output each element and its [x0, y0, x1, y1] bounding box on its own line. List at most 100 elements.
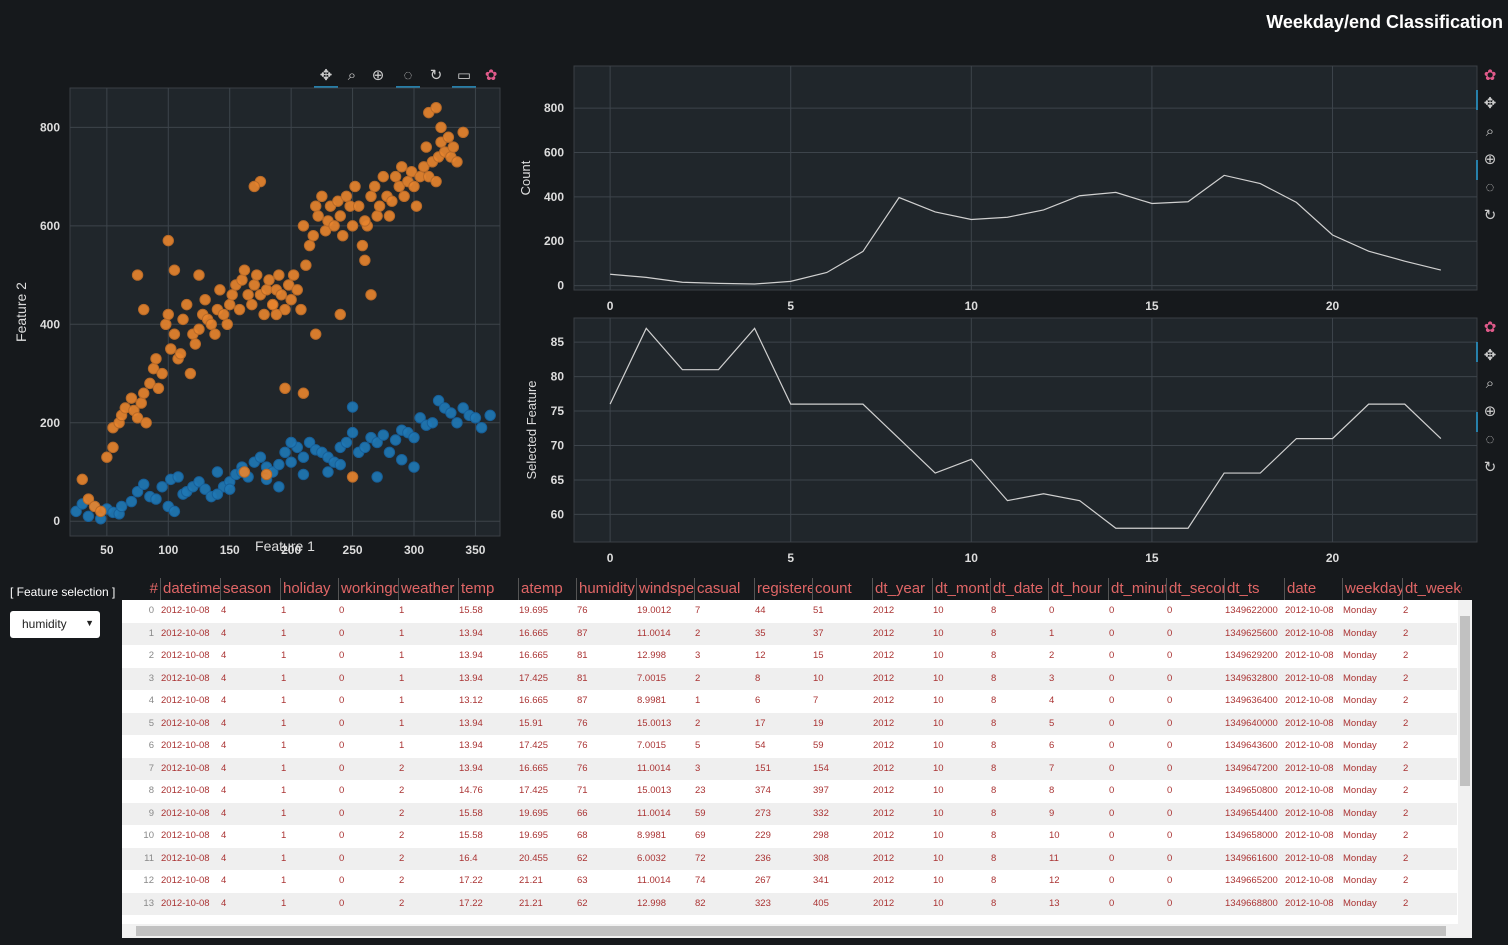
table-cell: 2 — [399, 897, 405, 909]
column-header[interactable]: dt_hour — [1048, 578, 1108, 600]
box-zoom-icon[interactable]: ⌕ — [348, 67, 356, 84]
reset-icon[interactable]: ↻ — [430, 67, 443, 84]
scatter-point — [356, 239, 369, 252]
table-cell: 4 — [221, 695, 227, 706]
table-cell: 0 — [1167, 852, 1173, 864]
table-cell: 2012-10-08 — [161, 785, 210, 796]
table-cell: 2 — [1403, 852, 1409, 864]
feature-toolbar[interactable]: ✿ ✥ ⌕ ⊕ ◌ ↻ — [1476, 319, 1497, 476]
count-toolbar[interactable]: ✿ ✥ ⌕ ⊕ ◌ ↻ — [1476, 67, 1497, 224]
pan-icon[interactable]: ✥ — [1484, 95, 1497, 112]
reset-icon[interactable]: ↻ — [1484, 459, 1497, 476]
pan-icon[interactable]: ✥ — [320, 67, 333, 84]
table-cell: 1349629200 — [1225, 650, 1278, 661]
data-table[interactable]: 0 2012-10-08 4 1 0 1 15.58 19.695 76 19.0012 7 44 51… — [122, 600, 1472, 938]
scatter-point — [312, 210, 324, 222]
scatter-point — [199, 293, 211, 306]
table-cell: 4 — [221, 875, 227, 886]
feature-select[interactable]: humidity ▼ — [10, 611, 100, 638]
table-cell: 1 — [281, 897, 287, 909]
table-cell: 81 — [577, 650, 588, 661]
column-header[interactable]: dt_date — [990, 578, 1048, 600]
table-cell: 82 — [695, 897, 706, 909]
column-header[interactable]: registered — [754, 578, 812, 600]
table-row[interactable]: 6 2012-10-08 4 1 0 1 13.94 17.425 76 7.0015 5 54 59 2… — [122, 735, 1457, 758]
feature-line-chart[interactable]: 0 5 10 15 20 60 65 70 75 80 85 Selected Feature ✿… — [510, 312, 1508, 574]
column-header[interactable]: dt_year — [872, 578, 932, 600]
box-zoom-icon[interactable]: ⌕ — [1486, 375, 1494, 392]
table-row[interactable]: 3 2012-10-08 4 1 0 1 13.94 17.425 81 7.0015 2 8 10 20… — [122, 667, 1457, 690]
table-row[interactable]: 12 2012-10-08 4 1 0 2 17.22 21.21 63 11.0014 74 267… — [122, 870, 1457, 893]
table-row[interactable]: 9 2012-10-08 4 1 0 2 15.58 19.695 66 11.0014 59 273… — [122, 802, 1457, 825]
reset-icon[interactable]: ↻ — [1484, 207, 1497, 224]
table-row[interactable]: 7 2012-10-08 4 1 0 2 13.94 16.665 76 11.0014 3 151 1… — [122, 757, 1457, 780]
table-cell: 341 — [813, 875, 829, 886]
table-row[interactable]: 13 2012-10-08 4 1 0 2 17.22 21.21 62 12.998 82 323 4… — [122, 892, 1457, 915]
x-tick-label: 5 — [787, 299, 794, 313]
column-header[interactable]: temp — [458, 578, 518, 600]
wheel-zoom-icon[interactable]: ⊕ — [1484, 403, 1497, 420]
column-header[interactable]: dt_second — [1166, 578, 1224, 600]
table-row[interactable]: 10 2012-10-08 4 1 0 2 15.58 19.695 68 8.9981 69 229… — [122, 825, 1457, 848]
column-header[interactable]: datetime — [160, 578, 220, 600]
table-row[interactable]: 11 2012-10-08 4 1 0 2 16.4 20.455 62 6.0032 72 236 3… — [122, 847, 1457, 870]
wheel-zoom-icon[interactable]: ⊕ — [372, 67, 385, 84]
scatter-point — [254, 451, 267, 463]
column-header[interactable]: # — [140, 578, 158, 600]
x-tick-label: 20 — [1326, 299, 1340, 313]
scatter-point — [258, 308, 270, 321]
column-header[interactable]: dt_minute — [1108, 578, 1166, 600]
scatter-point — [115, 500, 128, 513]
bokeh-logo[interactable]: ✿ — [485, 67, 498, 84]
hover-icon[interactable]: ▭ — [457, 67, 471, 84]
scatter-point — [316, 190, 328, 203]
pan-icon[interactable]: ✥ — [1484, 347, 1497, 364]
table-row[interactable]: 4 2012-10-08 4 1 0 1 13.12 16.665 87 8.9981 1 6 7 201… — [122, 690, 1457, 713]
column-header[interactable]: dt_weekday — [1402, 578, 1462, 600]
table-row[interactable]: 5 2012-10-08 4 1 0 1 13.94 15.91 76 15.0013 2 17 19 2… — [122, 712, 1457, 735]
count-plot-area[interactable] — [573, 65, 1478, 291]
scatter-toolbar[interactable]: ✥ ⌕ ⊕ ◌ ↻ ▭ ✿ — [314, 67, 498, 88]
table-row[interactable]: 0 2012-10-08 4 1 0 1 15.58 19.695 76 19.0012 7 44 51… — [122, 600, 1457, 623]
horizontal-scroll-thumb[interactable] — [136, 926, 1446, 936]
wheel-zoom-icon[interactable]: ⊕ — [1484, 151, 1497, 168]
column-header[interactable]: humidity — [576, 578, 636, 600]
bokeh-logo[interactable]: ✿ — [1484, 319, 1497, 336]
lasso-icon[interactable]: ◌ — [404, 67, 413, 84]
column-header[interactable]: weather — [398, 578, 458, 600]
vertical-scrollbar[interactable] — [1458, 600, 1472, 924]
count-line-chart[interactable]: 0 5 10 15 20 0 200 400 600 800 Count ✿ ✥ ⌕ ⊕ ◌ ↻ — [510, 60, 1508, 320]
column-header[interactable]: season — [220, 578, 280, 600]
horizontal-scrollbar[interactable] — [122, 924, 1472, 938]
scatter-point — [340, 190, 353, 203]
table-cell: 4 — [221, 830, 227, 841]
table-cell: 2012-10-08 — [161, 605, 210, 616]
column-header[interactable]: dt_ts — [1224, 578, 1284, 600]
table-row[interactable]: 1 2012-10-08 4 1 0 1 13.94 16.665 87 11.0014 2 35 37… — [122, 622, 1457, 645]
column-header[interactable]: weekday — [1342, 578, 1402, 600]
lasso-icon[interactable]: ◌ — [1486, 179, 1495, 196]
column-header[interactable]: atemp — [518, 578, 576, 600]
table-cell: 17.22 — [459, 875, 483, 886]
table-row[interactable]: 2 2012-10-08 4 1 0 1 13.94 16.665 81 12.998 3 12 15 2… — [122, 645, 1457, 668]
bokeh-logo[interactable]: ✿ — [1484, 67, 1497, 84]
column-header[interactable]: holiday — [280, 578, 338, 600]
vertical-scroll-thumb[interactable] — [1460, 616, 1470, 786]
scatter-plot[interactable]: ✥ ⌕ ⊕ ◌ ↻ ▭ ✿ 50 100 150 200 250 300 350 0 200 400 600 8… — [0, 60, 510, 560]
column-header[interactable]: date — [1284, 578, 1342, 600]
column-header[interactable]: workingday — [338, 578, 398, 600]
column-header[interactable]: casual — [694, 578, 754, 600]
box-zoom-icon[interactable]: ⌕ — [1486, 123, 1494, 140]
table-cell: 10 — [933, 605, 944, 616]
column-header[interactable]: count — [812, 578, 872, 600]
table-row[interactable]: 8 2012-10-08 4 1 0 2 14.76 17.425 71 15.0013 23 374… — [122, 780, 1457, 803]
table-cell: 323 — [755, 897, 771, 909]
column-header[interactable]: windspeed — [636, 578, 694, 600]
table-cell: 1349622000 — [1225, 605, 1278, 616]
table-cell: 0 — [339, 740, 345, 751]
scatter-point — [217, 308, 230, 321]
table-cell: 0 — [339, 627, 345, 639]
column-header[interactable]: dt_month — [932, 578, 990, 600]
lasso-icon[interactable]: ◌ — [1486, 431, 1495, 448]
table-cell: 81 — [577, 672, 588, 684]
